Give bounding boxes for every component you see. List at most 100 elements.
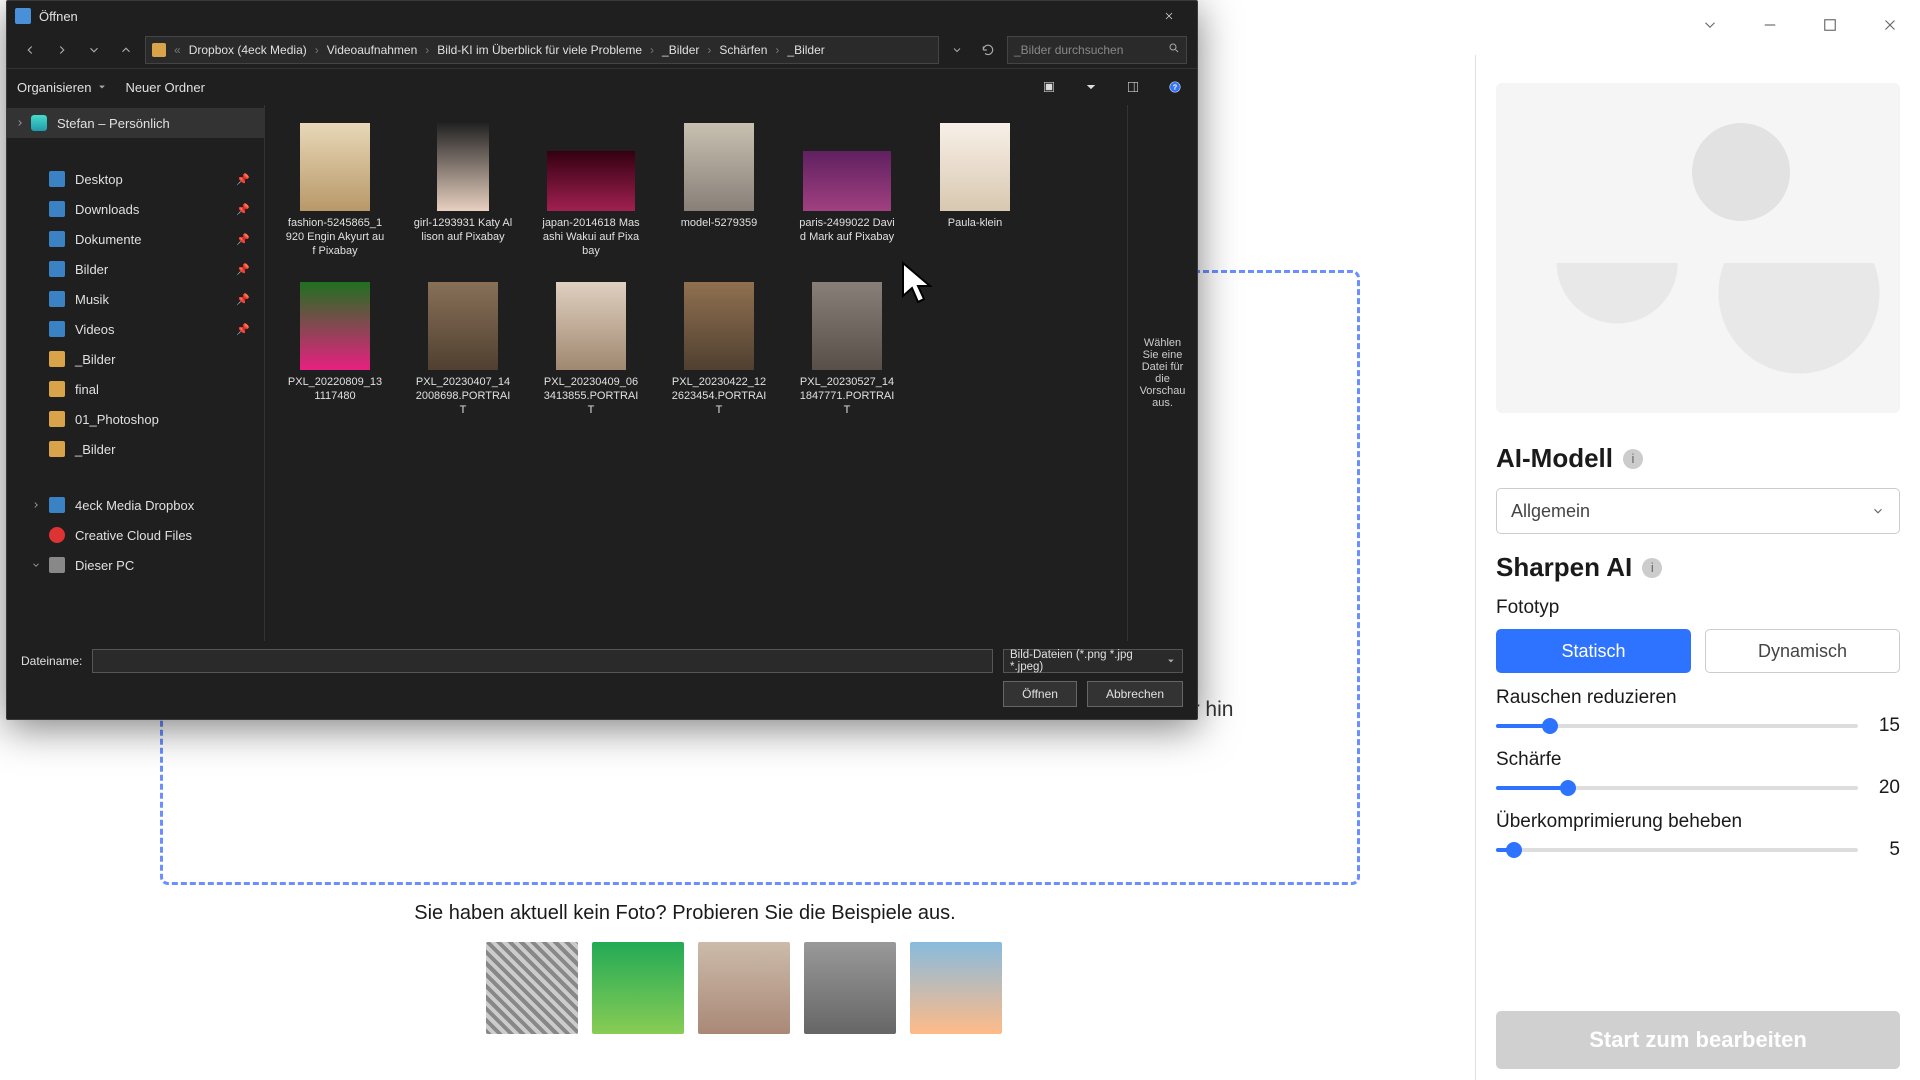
file-name: PXL_20230422_122623454.PORTRAIT <box>669 376 769 417</box>
folder-icon <box>49 351 65 367</box>
slider-track[interactable] <box>1496 724 1858 728</box>
file-name: girl-1293931 Katy Allison auf Pixabay <box>413 217 513 245</box>
file-thumbnail <box>684 282 754 370</box>
sidebar-item-dropbox[interactable]: 4eck Media Dropbox <box>7 490 264 520</box>
pin-icon: 📌 <box>236 203 250 216</box>
info-icon[interactable]: i <box>1642 558 1662 578</box>
slider-thumb[interactable] <box>1506 842 1522 858</box>
sidebar-item-thispc[interactable]: Dieser PC <box>7 550 264 580</box>
video-icon <box>49 321 65 337</box>
up-button[interactable] <box>113 37 139 63</box>
close-button[interactable] <box>1860 0 1920 50</box>
filename-input[interactable] <box>92 649 993 673</box>
pin-icon: 📌 <box>236 323 250 336</box>
sidebar-item-pictures[interactable]: Bilder📌 <box>7 254 264 284</box>
chevron-right-icon[interactable] <box>29 498 43 512</box>
example-thumb[interactable] <box>592 942 684 1034</box>
sidebar-item-folder[interactable]: _Bilder <box>7 344 264 374</box>
view-mode-button[interactable] <box>1037 75 1061 99</box>
slider-overcompression: Überkomprimierung beheben 5 <box>1496 811 1900 861</box>
preview-placeholder <box>1496 83 1900 413</box>
file-item[interactable]: PXL_20230422_122623454.PORTRAIT <box>669 282 769 417</box>
file-name: japan-2014618 Masashi Wakui auf Pixabay <box>541 217 641 258</box>
file-thumbnail <box>428 282 498 370</box>
refresh-button[interactable] <box>975 37 1001 63</box>
file-thumbnail <box>803 151 891 211</box>
file-thumbnail <box>556 282 626 370</box>
sidebar-item-music[interactable]: Musik📌 <box>7 284 264 314</box>
file-open-dialog: Öffnen « Dropbox (4eck Media)› Videoaufn… <box>6 0 1198 720</box>
info-icon[interactable]: i <box>1623 449 1643 469</box>
chevron-down-icon[interactable] <box>1680 0 1740 50</box>
forward-button[interactable] <box>49 37 75 63</box>
view-dropdown[interactable] <box>1079 75 1103 99</box>
breadcrumb[interactable]: « Dropbox (4eck Media)› Videoaufnahmen› … <box>145 36 939 64</box>
file-item[interactable]: fashion-5245865_1920 Engin Akyurt auf Pi… <box>285 123 385 258</box>
file-item[interactable]: japan-2014618 Masashi Wakui auf Pixabay <box>541 123 641 258</box>
back-button[interactable] <box>17 37 43 63</box>
crumb-dropdown[interactable] <box>945 36 969 64</box>
dialog-title: Öffnen <box>39 9 78 24</box>
slider-noise: Rauschen reduzieren 15 <box>1496 687 1900 737</box>
close-icon[interactable] <box>1149 1 1189 31</box>
example-thumb[interactable] <box>804 942 896 1034</box>
new-folder-button[interactable]: Neuer Ordner <box>125 80 204 95</box>
sidebar-item-cc[interactable]: Creative Cloud Files <box>7 520 264 550</box>
chevron-right-icon[interactable] <box>13 116 27 130</box>
fototyp-segment: Statisch Dynamisch <box>1496 629 1900 673</box>
sidebar-item-documents[interactable]: Dokumente📌 <box>7 224 264 254</box>
sidebar-item-desktop[interactable]: Desktop📌 <box>7 164 264 194</box>
slider-thumb[interactable] <box>1560 780 1576 796</box>
slider-track[interactable] <box>1496 786 1858 790</box>
sidebar-item-personal[interactable]: Stefan – Persönlich <box>7 108 264 138</box>
preview-pane-toggle[interactable] <box>1121 75 1145 99</box>
maximize-button[interactable] <box>1800 0 1860 50</box>
chevron-down-icon[interactable] <box>29 558 43 572</box>
desktop-icon <box>49 171 65 187</box>
file-item[interactable]: PXL_20230527_141847771.PORTRAIT <box>797 282 897 417</box>
slider-track[interactable] <box>1496 848 1858 852</box>
file-name: model-5279359 <box>681 217 757 231</box>
file-item[interactable]: model-5279359 <box>669 123 769 258</box>
file-item[interactable]: PXL_20230407_142008698.PORTRAIT <box>413 282 513 417</box>
sidebar-item-folder[interactable]: _Bilder <box>7 434 264 464</box>
recent-dropdown[interactable] <box>81 37 107 63</box>
minimize-button[interactable] <box>1740 0 1800 50</box>
svg-text:?: ? <box>1173 84 1177 91</box>
file-item[interactable]: PXL_20220809_131117480 <box>285 282 385 417</box>
search-input[interactable]: _Bilder durchsuchen <box>1007 36 1187 64</box>
help-icon[interactable]: ? <box>1163 75 1187 99</box>
pin-icon: 📌 <box>236 173 250 186</box>
folder-icon <box>49 441 65 457</box>
search-icon <box>1168 42 1180 57</box>
slider-thumb[interactable] <box>1542 718 1558 734</box>
sidebar-item-folder[interactable]: 01_Photoshop <box>7 404 264 434</box>
segment-dynamic[interactable]: Dynamisch <box>1705 629 1900 673</box>
sidebar-item-folder[interactable]: final <box>7 374 264 404</box>
sidebar-item-videos[interactable]: Videos📌 <box>7 314 264 344</box>
file-thumbnail <box>684 123 754 211</box>
sidebar-item-downloads[interactable]: Downloads📌 <box>7 194 264 224</box>
cancel-button[interactable]: Abbrechen <box>1087 681 1183 707</box>
examples-prompt: Sie haben aktuell kein Foto? Probieren S… <box>160 902 1210 925</box>
file-item[interactable]: PXL_20230409_063413855.PORTRAIT <box>541 282 641 417</box>
folder-icon <box>49 381 65 397</box>
file-area: fashion-5245865_1920 Engin Akyurt auf Pi… <box>265 105 1197 641</box>
folder-icon <box>49 411 65 427</box>
dropbox-icon <box>49 497 65 513</box>
file-item[interactable]: girl-1293931 Katy Allison auf Pixabay <box>413 123 513 258</box>
file-grid[interactable]: fashion-5245865_1920 Engin Akyurt auf Pi… <box>265 105 1127 641</box>
open-button[interactable]: Öffnen <box>1003 681 1077 707</box>
filetype-select[interactable]: Bild-Dateien (*.png *.jpg *.jpeg) <box>1003 649 1183 673</box>
example-thumb[interactable] <box>486 942 578 1034</box>
file-item[interactable]: paris-2499022 David Mark auf Pixabay <box>797 123 897 258</box>
preview-pane: Wählen Sie eine Datei für die Vorschau a… <box>1127 105 1197 641</box>
segment-static[interactable]: Statisch <box>1496 629 1691 673</box>
example-thumb[interactable] <box>910 942 1002 1034</box>
example-thumb[interactable] <box>698 942 790 1034</box>
organize-menu[interactable]: Organisieren <box>17 80 107 95</box>
start-button[interactable]: Start zum bearbeiten <box>1496 1011 1900 1069</box>
file-thumbnail <box>437 123 489 211</box>
file-item[interactable]: Paula-klein <box>925 123 1025 258</box>
model-select[interactable]: Allgemein <box>1496 488 1900 534</box>
